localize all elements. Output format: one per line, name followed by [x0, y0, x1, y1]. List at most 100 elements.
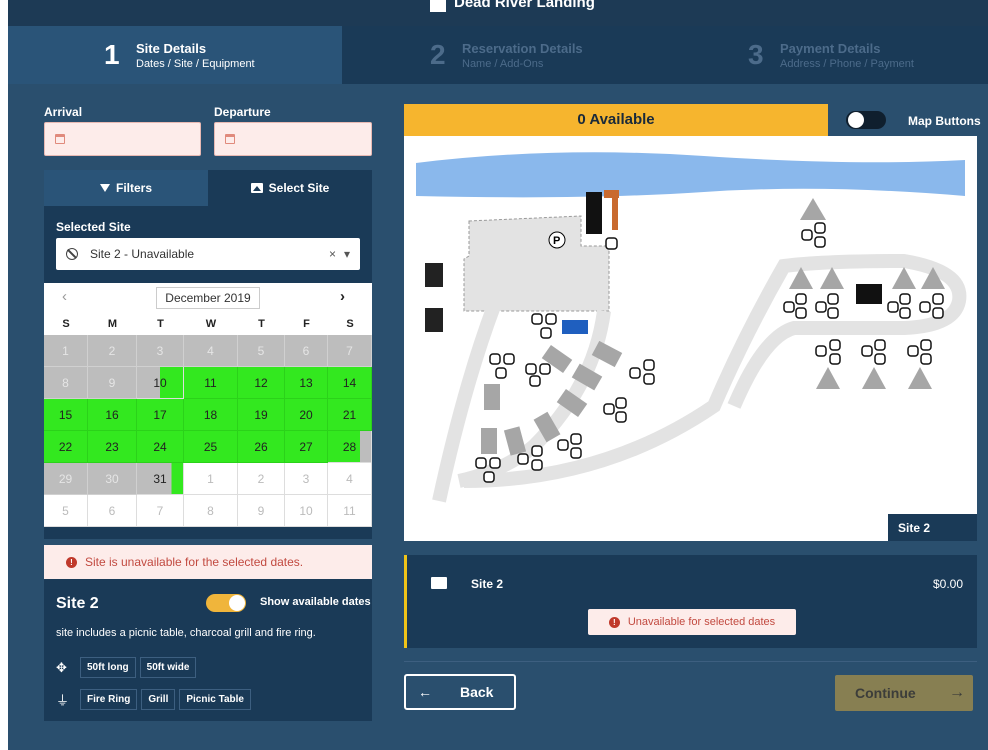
calendar-day[interactable]: 5	[238, 335, 285, 367]
calendar-day[interactable]: 16	[88, 399, 137, 431]
availability-banner: 0 Available	[404, 104, 828, 136]
calendar-day[interactable]: 14	[328, 367, 372, 399]
alert-icon: !	[608, 616, 620, 628]
calendar-day[interactable]: 2	[88, 335, 137, 367]
calendar-day[interactable]: 18	[184, 399, 238, 431]
calendar-day[interactable]: 25	[184, 431, 238, 463]
continue-button[interactable]: Continue →	[835, 675, 973, 711]
dimension-chip: 50ft long	[80, 657, 136, 678]
reservation-page: Dead River Landing 1 Site Details Dates …	[8, 0, 988, 750]
calendar-day[interactable]: 10	[137, 367, 184, 399]
calendar-day[interactable]: 15	[44, 399, 88, 431]
tab-select-site[interactable]: Select Site	[208, 170, 372, 206]
calendar-footer	[44, 527, 372, 539]
park-title: Dead River Landing	[430, 0, 595, 12]
pavilion-icon	[856, 284, 882, 304]
calendar-day[interactable]: 9	[238, 495, 285, 527]
calendar-day[interactable]: 11	[328, 495, 372, 527]
calendar-day[interactable]: 24	[137, 431, 184, 463]
calendar-week: 22 23 24 25 26 27 28	[44, 431, 372, 463]
show-available-dates-toggle[interactable]	[206, 594, 246, 612]
back-button[interactable]: ← Back	[404, 674, 516, 710]
calendar-day[interactable]: 26	[238, 431, 285, 463]
site-detail-card: Site 2 $0.00 ! Unavailable for selected …	[404, 555, 977, 648]
tab-filters[interactable]: Filters	[44, 170, 208, 206]
step-title: Reservation Details	[462, 40, 583, 56]
calendar-day[interactable]: 3	[285, 463, 328, 495]
detail-status-text: Unavailable for selected dates	[627, 616, 776, 628]
step-payment-details[interactable]: 3 Payment Details Address / Phone / Paym…	[676, 26, 988, 84]
calendar-week: 15 16 17 18 19 20 21	[44, 399, 372, 431]
unavailable-icon	[66, 248, 78, 260]
campground-map[interactable]: P	[404, 136, 977, 541]
river-shape	[416, 152, 965, 198]
selected-site-dropdown[interactable]: Site 2 - Unavailable × ▾	[56, 238, 360, 270]
toggle-knob	[229, 595, 245, 611]
weekday-label: S	[62, 318, 70, 330]
calendar-day[interactable]: 10	[285, 495, 328, 527]
calendar-day[interactable]: 19	[238, 399, 285, 431]
step-subtitle: Dates / Site / Equipment	[136, 57, 255, 70]
calendar-day[interactable]: 17	[137, 399, 184, 431]
filter-icon	[99, 184, 110, 192]
top-bar: Dead River Landing	[8, 0, 988, 26]
calendar-day[interactable]: 29	[44, 463, 88, 495]
continue-label: Continue	[855, 685, 916, 701]
calendar-day[interactable]: 28	[328, 431, 372, 463]
selected-site-value: Site 2 - Unavailable	[90, 247, 195, 261]
amenity-chip: Grill	[141, 689, 176, 710]
calendar-day[interactable]: 11	[184, 367, 238, 399]
step-title: Site Details	[136, 40, 207, 56]
alert-icon: !	[66, 556, 77, 568]
building	[586, 192, 602, 234]
step-site-details[interactable]: 1 Site Details Dates / Site / Equipment	[8, 26, 342, 84]
chevron-down-icon[interactable]: ▾	[344, 247, 350, 261]
calendar-day[interactable]: 31	[137, 463, 184, 495]
calendar-day[interactable]: 6	[88, 495, 137, 527]
calendar-day[interactable]: 12	[238, 367, 285, 399]
calendar-week: 8 9 10 11 12 13 14	[44, 367, 372, 399]
calendar-day[interactable]: 2	[238, 463, 285, 495]
park-icon	[430, 0, 446, 12]
arrival-date-input[interactable]	[44, 122, 201, 156]
divider	[404, 661, 977, 662]
step-title: Payment Details	[780, 40, 881, 56]
calendar-day[interactable]: 13	[285, 367, 328, 399]
calendar-day[interactable]: 1	[184, 463, 238, 495]
month-selector[interactable]: December 2019	[156, 287, 260, 309]
calendar-week: 1 2 3 4 5 6 7	[44, 335, 372, 367]
calendar-day[interactable]: 20	[285, 399, 328, 431]
site-info-panel: Site 2 Show available dates site include…	[44, 579, 372, 721]
calendar-day[interactable]: 30	[88, 463, 137, 495]
calendar-day[interactable]: 3	[137, 335, 184, 367]
calendar-day[interactable]: 7	[328, 335, 372, 367]
calendar-day[interactable]: 4	[184, 335, 238, 367]
step-number: 2	[430, 39, 446, 70]
calendar-day[interactable]: 7	[137, 495, 184, 527]
calendar-day[interactable]: 8	[44, 367, 88, 399]
weekday-label: T	[157, 318, 164, 330]
calendar-day[interactable]: 27	[285, 431, 328, 463]
calendar-day[interactable]: 8	[184, 495, 238, 527]
step-reservation-details[interactable]: 2 Reservation Details Name / Add-Ons	[342, 26, 676, 84]
park-name: Dead River Landing	[454, 0, 595, 11]
calendar-day[interactable]: 21	[328, 399, 372, 431]
calendar-day[interactable]: 6	[285, 335, 328, 367]
calendar-day[interactable]: 22	[44, 431, 88, 463]
calendar-icon	[55, 134, 65, 144]
next-month-button[interactable]: ›	[340, 288, 345, 305]
campsite-pads	[481, 340, 623, 456]
availability-calendar: ‹ December 2019 › S M T W T F S 1 2 3 4 …	[44, 283, 372, 539]
map-buttons-toggle[interactable]	[846, 111, 886, 129]
prev-month-button[interactable]: ‹	[62, 288, 67, 305]
map-buttons-label: Map Buttons	[908, 114, 981, 128]
calendar-day[interactable]: 4	[328, 463, 372, 495]
clear-selection-button[interactable]: ×	[329, 247, 336, 261]
departure-date-input[interactable]	[214, 122, 372, 156]
power-plug-icon: ⏚	[56, 693, 70, 708]
calendar-day[interactable]: 9	[88, 367, 137, 399]
calendar-day[interactable]: 23	[88, 431, 137, 463]
calendar-day[interactable]: 5	[44, 495, 88, 527]
calendar-day[interactable]: 1	[44, 335, 88, 367]
tab-label: Select Site	[268, 181, 330, 195]
